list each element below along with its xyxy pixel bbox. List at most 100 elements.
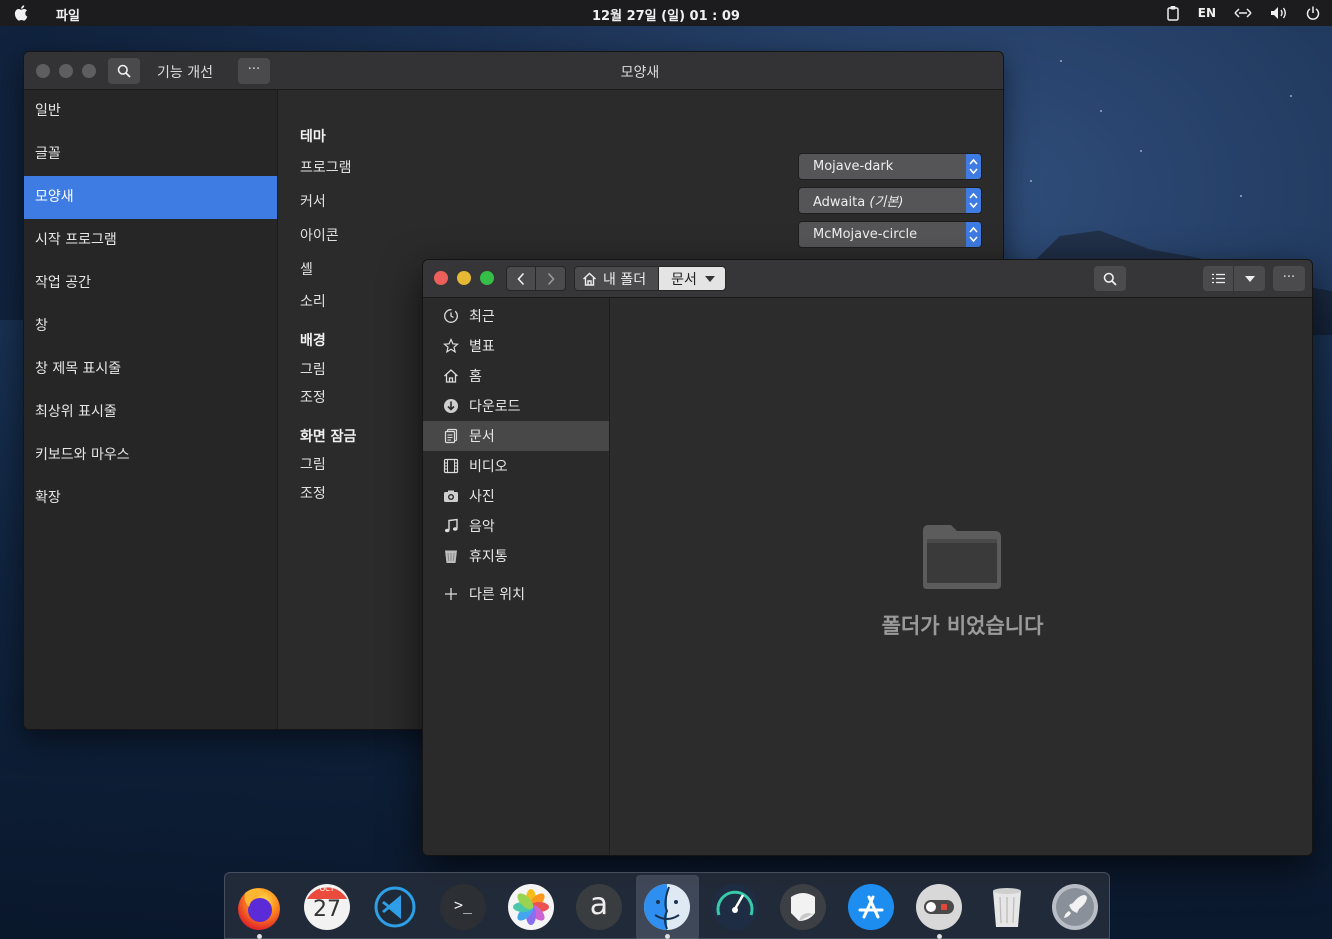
window-controls bbox=[434, 271, 494, 285]
applications-theme-select[interactable]: Mojave-dark bbox=[798, 153, 982, 180]
close-button[interactable] bbox=[36, 64, 50, 78]
appcenter-glyph: a bbox=[589, 887, 609, 922]
dock-app-store[interactable] bbox=[847, 883, 895, 931]
input-language[interactable]: EN bbox=[1198, 3, 1216, 23]
place-label: 음악 bbox=[469, 519, 495, 535]
camera-icon bbox=[443, 488, 459, 504]
dock-finder[interactable] bbox=[643, 883, 691, 931]
app-store-icon bbox=[848, 884, 894, 930]
caret-down-icon bbox=[1244, 275, 1255, 282]
dock-tweaks[interactable] bbox=[915, 883, 963, 931]
dock-launchpad[interactable] bbox=[1051, 883, 1099, 931]
system-tray: EN bbox=[1166, 3, 1320, 23]
clipboard-icon[interactable] bbox=[1166, 3, 1180, 23]
list-view-button[interactable] bbox=[1203, 266, 1234, 291]
tweaks-sidebar: 일반 글꼴 모양새 시작 프로그램 작업 공간 창 창 제목 표시줄 최상위 표… bbox=[24, 90, 278, 729]
top-bar: 파일 12월 27일 (일) 01 : 09 EN bbox=[0, 0, 1332, 26]
sidebar-item-window-titlebars[interactable]: 창 제목 표시줄 bbox=[24, 348, 277, 391]
path-current-label: 문서 bbox=[671, 271, 697, 288]
list-icon bbox=[1211, 273, 1225, 284]
search-icon bbox=[117, 64, 131, 78]
dock-appcenter[interactable]: a bbox=[575, 883, 623, 931]
apple-menu-icon[interactable] bbox=[13, 4, 31, 22]
view-menu-button[interactable] bbox=[1234, 266, 1265, 291]
updown-arrows-icon bbox=[966, 222, 981, 247]
search-button[interactable] bbox=[1094, 266, 1126, 291]
dock-firefox[interactable] bbox=[235, 883, 283, 931]
dock-trash[interactable] bbox=[983, 883, 1031, 931]
files-header-bar: 내 폴더 문서 ··· bbox=[423, 260, 1312, 298]
place-downloads[interactable]: 다운로드 bbox=[423, 391, 609, 421]
place-other-locations[interactable]: 다른 위치 bbox=[423, 579, 609, 609]
place-music[interactable]: 음악 bbox=[423, 511, 609, 541]
icons-theme-select[interactable]: McMojave-circle bbox=[798, 221, 982, 248]
minimize-button[interactable] bbox=[59, 64, 73, 78]
search-button[interactable] bbox=[108, 58, 140, 84]
applications-theme-label: 프로그램 bbox=[300, 160, 352, 176]
maximize-button[interactable] bbox=[480, 271, 494, 285]
sidebar-item-general[interactable]: 일반 bbox=[24, 90, 277, 133]
clock[interactable]: 12월 27일 (일) 01 : 09 bbox=[0, 5, 1332, 24]
photos-icon bbox=[508, 884, 554, 930]
app-menu[interactable]: 파일 bbox=[56, 5, 80, 24]
place-trash[interactable]: 휴지통 bbox=[423, 541, 609, 571]
path-bar: 내 폴더 문서 bbox=[574, 266, 726, 291]
place-label: 별표 bbox=[469, 339, 495, 355]
place-home[interactable]: 홈 bbox=[423, 361, 609, 391]
dock-photos[interactable] bbox=[507, 883, 555, 931]
sidebar-item-windows[interactable]: 창 bbox=[24, 305, 277, 348]
maximize-button[interactable] bbox=[82, 64, 96, 78]
trash-icon bbox=[443, 548, 459, 564]
sidebar-item-appearance[interactable]: 모양새 bbox=[24, 176, 277, 219]
vscode-icon bbox=[372, 884, 418, 930]
place-recent[interactable]: 최근 bbox=[423, 301, 609, 331]
sidebar-item-extensions[interactable]: 확장 bbox=[24, 477, 277, 520]
place-videos[interactable]: 비디오 bbox=[423, 451, 609, 481]
dock-sticky-notes[interactable] bbox=[779, 883, 827, 931]
dock-calendar[interactable]: OCT 27 bbox=[303, 883, 351, 931]
path-current-button[interactable]: 문서 bbox=[659, 266, 726, 291]
dock-system-monitor[interactable] bbox=[711, 883, 759, 931]
folder-icon bbox=[923, 525, 1001, 589]
themes-section-title: 테마 bbox=[300, 129, 326, 145]
power-icon[interactable] bbox=[1306, 3, 1320, 23]
back-button[interactable] bbox=[506, 266, 536, 291]
sidebar-item-workspaces[interactable]: 작업 공간 bbox=[24, 262, 277, 305]
lockscreen-picture-label: 그림 bbox=[300, 457, 326, 473]
volume-icon[interactable] bbox=[1270, 3, 1288, 23]
network-icon[interactable] bbox=[1234, 3, 1252, 23]
more-menu-button[interactable]: ··· bbox=[1273, 266, 1305, 291]
caret-down-icon bbox=[704, 275, 715, 282]
place-label: 다운로드 bbox=[469, 399, 521, 415]
cursor-theme-select[interactable]: Adwaita (기본) bbox=[798, 187, 982, 214]
minimize-button[interactable] bbox=[457, 271, 471, 285]
view-options bbox=[1203, 266, 1265, 291]
cursor-theme-label: 커서 bbox=[300, 194, 326, 210]
sidebar-item-top-bar[interactable]: 최상위 표시줄 bbox=[24, 391, 277, 434]
place-pictures[interactable]: 사진 bbox=[423, 481, 609, 511]
dock-vscode[interactable] bbox=[371, 883, 419, 931]
sidebar-item-fonts[interactable]: 글꼴 bbox=[24, 133, 277, 176]
cursor-theme-value: Adwaita (기본) bbox=[813, 195, 904, 210]
documents-icon bbox=[443, 428, 459, 444]
gauge-icon bbox=[712, 884, 758, 930]
music-icon bbox=[443, 518, 459, 534]
path-home-button[interactable]: 내 폴더 bbox=[574, 266, 660, 291]
place-documents[interactable]: 문서 bbox=[423, 421, 609, 451]
star-icon bbox=[443, 338, 459, 354]
place-starred[interactable]: 별표 bbox=[423, 331, 609, 361]
sticky-note-icon bbox=[780, 884, 826, 930]
forward-button[interactable] bbox=[536, 266, 566, 291]
sidebar-item-startup-apps[interactable]: 시작 프로그램 bbox=[24, 219, 277, 262]
plus-icon bbox=[443, 586, 459, 602]
trash-icon bbox=[993, 888, 1021, 927]
place-label: 최근 bbox=[469, 309, 495, 325]
dock-terminal[interactable]: >_ bbox=[439, 883, 487, 931]
calendar-month: OCT bbox=[319, 885, 335, 893]
more-menu-button[interactable]: ··· bbox=[238, 58, 270, 84]
sidebar-item-keyboard-mouse[interactable]: 키보드와 마우스 bbox=[24, 434, 277, 477]
close-button[interactable] bbox=[434, 271, 448, 285]
file-view[interactable]: 폴더가 비었습니다 bbox=[611, 298, 1312, 855]
shell-theme-label: 셸 bbox=[300, 262, 313, 278]
icons-theme-label: 아이콘 bbox=[300, 228, 339, 244]
